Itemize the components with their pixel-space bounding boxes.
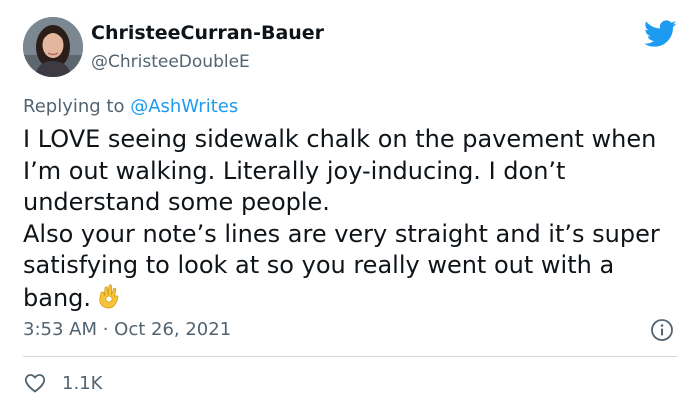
replying-to: Replying to @AshWrites	[23, 96, 238, 117]
heart-icon[interactable]	[23, 371, 47, 395]
tweet-timestamp[interactable]: 3:53 AM · Oct 26, 2021	[23, 319, 231, 340]
tweet-paragraph-1: I LOVE seeing sidewalk chalk on the pave…	[23, 125, 657, 216]
replying-to-label: Replying to	[23, 96, 131, 117]
tweet-text: I LOVE seeing sidewalk chalk on the pave…	[23, 124, 688, 314]
like-button[interactable]: 1.1K	[23, 370, 102, 396]
tweet-paragraph-2: Also your note’s lines are very straight…	[23, 219, 688, 315]
twitter-bird-icon[interactable]	[644, 20, 677, 48]
info-icon[interactable]	[650, 318, 674, 342]
author-display-name[interactable]: ChristeeCurran-Bauer	[91, 22, 324, 44]
divider	[23, 356, 677, 357]
reply-mention-link[interactable]: @AshWrites	[130, 96, 238, 117]
tweet-card: ChristeeCurran-Bauer @ChristeeDoubleE Re…	[0, 0, 700, 410]
avatar[interactable]	[23, 17, 83, 77]
ok-hand-emoji-icon	[95, 282, 123, 310]
like-count: 1.1K	[62, 372, 103, 394]
author-handle[interactable]: @ChristeeDoubleE	[91, 52, 250, 72]
